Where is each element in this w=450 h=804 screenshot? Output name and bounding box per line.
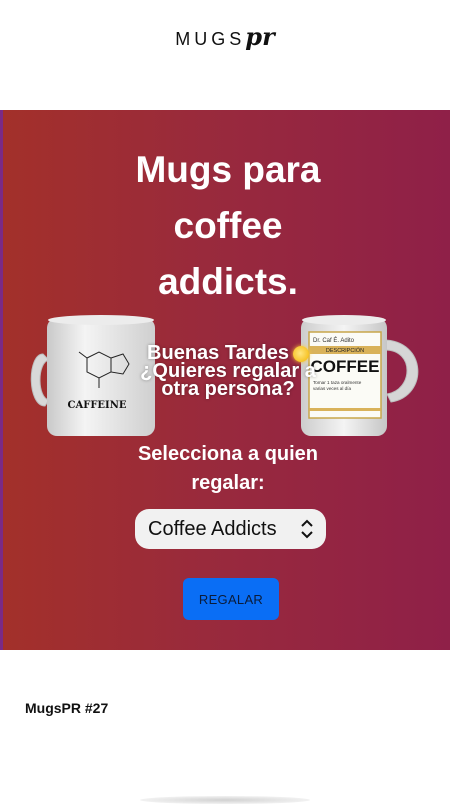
select-value: Coffee Addicts bbox=[148, 517, 277, 540]
chevron-up-down-icon bbox=[301, 519, 313, 539]
footer-title: MugsPR #27 bbox=[25, 700, 109, 716]
bottom-divider bbox=[140, 796, 310, 804]
logo-script: pr bbox=[245, 22, 275, 51]
greeting-line: otra persona? bbox=[161, 378, 295, 400]
headline-line: coffee bbox=[173, 205, 283, 246]
mug-right-line1: Dr. Caf É. Adito bbox=[313, 337, 355, 344]
hero-section: Mugs para coffee addicts. CAFFEINE Dr. C… bbox=[0, 110, 450, 650]
headline-line: addicts. bbox=[158, 261, 298, 302]
select-label-line: Selecciona a quien bbox=[137, 443, 319, 465]
select-label: Selecciona a quien regalar: bbox=[3, 440, 450, 498]
select-label-line: regalar: bbox=[191, 472, 265, 494]
gift-button[interactable]: REGALAR bbox=[183, 578, 279, 620]
mug-left-title: CAFFEINE bbox=[68, 400, 127, 411]
recipient-select[interactable]: Coffee Addicts bbox=[135, 509, 326, 549]
site-header: MUGSpr bbox=[0, 0, 450, 110]
greeting-text: Buenas Tardes ¿Quieres regalar a otra pe… bbox=[3, 343, 450, 400]
headline-line: Mugs para bbox=[135, 149, 321, 190]
logo-text: MUGS bbox=[175, 29, 246, 49]
brand-logo[interactable]: MUGSpr bbox=[0, 22, 450, 51]
hero-headline: Mugs para coffee addicts. bbox=[3, 142, 450, 310]
